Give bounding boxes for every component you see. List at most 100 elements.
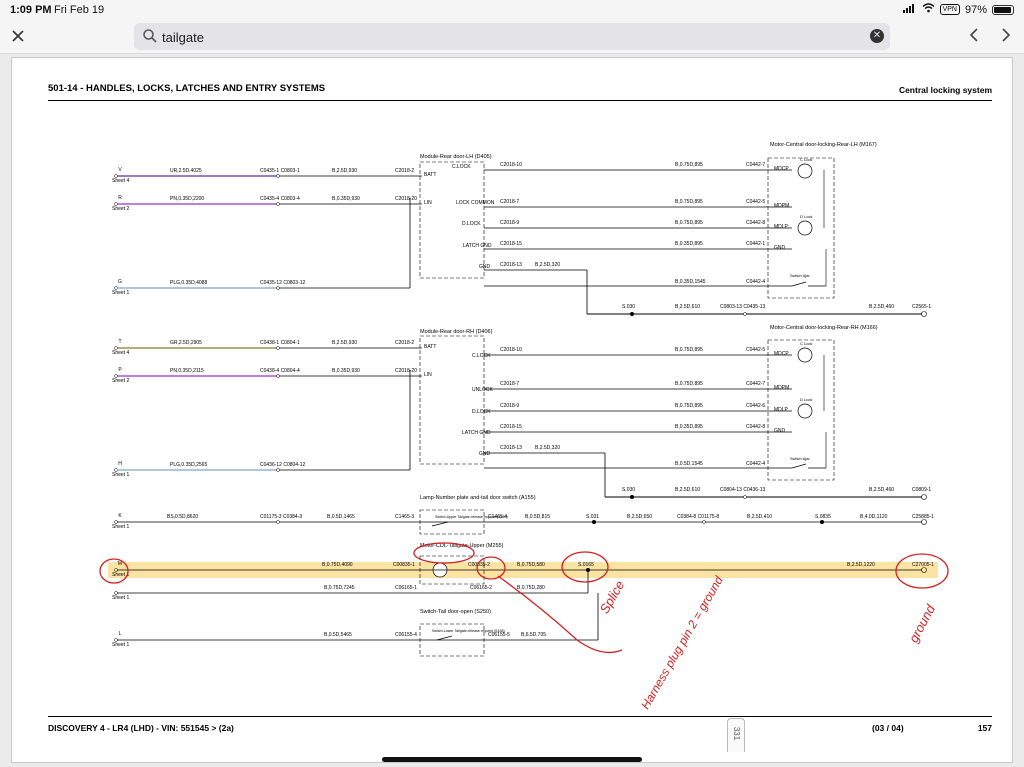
rh-w3-sheet: Sheet 1 (112, 472, 129, 478)
rh-out0-label: C.LOCK (472, 353, 491, 359)
battery-percent: 97% (964, 3, 987, 16)
lh-out2-pin: C2018-9 (500, 220, 519, 226)
lh-out2-label: D.LOCK (462, 221, 481, 227)
lh-mlabel2: MDLP (774, 224, 789, 230)
rh-w3-wire: PLG,0.35D,2565 (170, 462, 207, 468)
close-icon[interactable] (8, 26, 28, 46)
rh-mlabel2: MDLP (774, 407, 789, 413)
lh-out4-pin: C2018-13 (500, 262, 522, 268)
splice-dot (630, 312, 634, 316)
rh-out4-pin: C2018-13 (500, 445, 522, 451)
lh-w2-pin: C2018-20 (395, 196, 417, 202)
lh-out4-wire: B,2.5D,320 (535, 262, 560, 268)
rh-dlock-label: D Lock (800, 397, 812, 402)
clear-search-icon[interactable]: ✕ (870, 29, 884, 43)
lh-motor-title: Motor-Central door-locking-Rear-LH (M167… (770, 142, 877, 148)
rh-out2-conn: C0442-6 (746, 403, 765, 409)
lh-w1-wire2: B,2.5D,930 (332, 168, 357, 174)
tg-end: C27005-1 (912, 562, 934, 568)
rh-out4-label: GND (479, 451, 491, 457)
lh-w3-code: G (118, 279, 122, 285)
tg-wire2: B,0.75D,580 (517, 562, 545, 568)
lh-out0-label: C.LOCK (452, 164, 471, 170)
rh-motor-title: Motor-Central door-locking-Rear-RH (M166… (770, 325, 878, 331)
rh-mlabel1: MDPM (774, 385, 789, 391)
home-indicator[interactable] (382, 757, 642, 762)
connector-symbol (276, 346, 280, 350)
lh-out0-pin: C2018-10 (500, 162, 522, 168)
lh-ajar-wire: B,0.35D,1545 (675, 279, 706, 285)
lamp-wire6: B,4.0D,1120 (860, 514, 888, 520)
rh-switch-label: Switch Ajar (790, 456, 810, 461)
rh-out1-wire: B,0.75D,895 (675, 381, 703, 387)
lh-w1-code: V (118, 167, 122, 173)
lamp-wire3: B,0.5D,815 (525, 514, 550, 520)
rh-out0-pin: C2018-10 (500, 347, 522, 353)
tg-splice: S.0165 (578, 562, 594, 568)
lh-w1-conn: C0435-1 C0803-1 (260, 168, 300, 174)
lh-w2-sheet: Sheet 2 (112, 206, 129, 212)
tg-wire3: B,2.5D,1220 (847, 562, 875, 568)
lamp-conn2: C0384-8 C01175-8 (677, 514, 719, 520)
lh-w1-pin: C2018-2 (395, 168, 414, 174)
battery-fill (994, 6, 1012, 13)
lh-out3-label: LATCH GND (463, 243, 492, 249)
rh-dlock-motor (797, 403, 813, 419)
lh-clock-label: C Lock (800, 157, 812, 162)
lh-mlabel1: MDPM (774, 203, 789, 209)
lh-module-title: Module-Rear door-LH (D405) (420, 154, 492, 160)
tg-pin-in: C00835-1 (393, 562, 415, 568)
wiring-diagram: V Sheet 4 UR,2.5D,4025 C0435-1 C0803-1 B… (99, 142, 949, 712)
annotation-harness: Harness plug pin 2 = ground (638, 574, 726, 712)
annotation-splice: Splice (597, 578, 628, 616)
lh-w3-sheet: Sheet 1 (112, 290, 129, 296)
tg2-wire2: B,0.75D,280 (517, 585, 545, 591)
lh-out3-pin: C2018-15 (500, 241, 522, 247)
status-time: 1:09 PM (10, 4, 52, 16)
lh-out1-conn: C0442-5 (746, 199, 765, 205)
chevron-right-icon[interactable] (996, 27, 1016, 47)
lh-w2-wire: PN,0.35D,2200 (170, 196, 204, 202)
lh-out1-pin: C2018-7 (500, 199, 519, 205)
search-field[interactable]: tailgate ✕ (134, 23, 890, 50)
search-input[interactable]: tailgate (162, 30, 204, 45)
lamp-title: Lamp-Number plate and-tail door switch (… (420, 495, 536, 501)
page-number-tab[interactable]: 331 (727, 718, 745, 752)
footer-rule (48, 716, 992, 717)
connector-symbol (743, 495, 747, 499)
lh-mlabel3: GND (774, 245, 786, 251)
rh-clock-label: C Lock (800, 341, 812, 346)
lh-out0-conn: C0442-7 (746, 162, 765, 168)
lh-w1-label: BATT (424, 172, 436, 178)
lh-gnd-wire2: B,2.5D,460 (869, 304, 894, 310)
footer-page-of: (03 / 04) (872, 723, 904, 733)
lh-out3-conn: C0442-1 (746, 241, 765, 247)
rh-out3-label: LATCH GND (462, 430, 491, 436)
lamp-conn: C01175-3 C0384-3 (260, 514, 302, 520)
connector-symbol (276, 174, 280, 178)
vpn-badge: VPN (939, 4, 960, 15)
rh-w1-pin: C2018-2 (395, 340, 414, 346)
rh-out1-conn: C0442-7 (746, 381, 765, 387)
lh-w2-wire2: B,0.35D,930 (332, 196, 360, 202)
lh-w3-conn: C0435-12 C0803-12 (260, 280, 306, 286)
search-toolbar: tailgate ✕ (0, 20, 1024, 54)
lh-gnd-wire: B,2.5D,610 (675, 304, 700, 310)
rh-out0-wire: B,0.75D,895 (675, 347, 703, 353)
lh-dlock-label: D Lock (800, 214, 812, 219)
lamp-code: K (118, 513, 122, 519)
status-right: VPN 97% (902, 3, 1014, 16)
lh-mlabel0: MDCP (774, 166, 789, 172)
connector-symbol (702, 520, 706, 524)
lh-out1-label: LOCK COMMON (456, 200, 495, 206)
document-page: 501-14 - HANDLES, LOCKS, LATCHES AND ENT… (11, 57, 1013, 763)
ts-title: Switch-Tail door-open (S250) (420, 609, 491, 615)
chevron-left-icon[interactable] (964, 27, 984, 47)
lamp-pin-in: C1465-3 (395, 514, 414, 520)
search-icon (142, 28, 158, 44)
lh-clock-motor (797, 163, 813, 179)
annotation-ground: ground (906, 602, 939, 645)
rh-gnd-conn: C0804-13 C0436-13 (720, 487, 766, 493)
tg2-pin2: C06165-2 (470, 585, 492, 591)
rh-out2-label: D.LOCK (472, 409, 491, 415)
